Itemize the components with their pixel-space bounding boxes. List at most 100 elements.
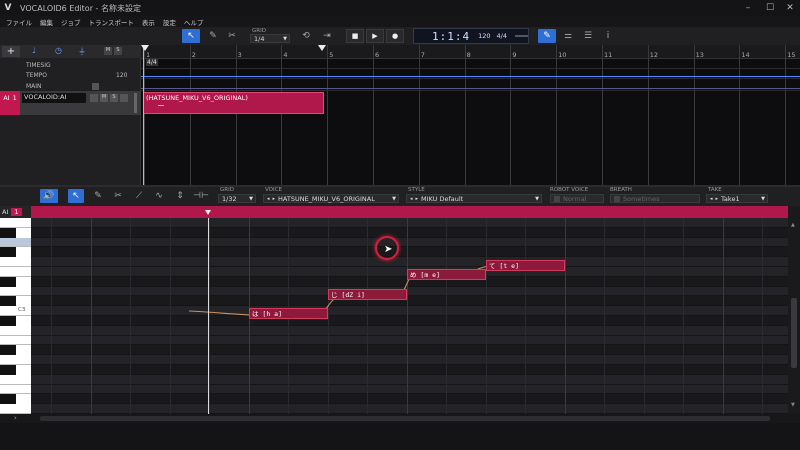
vertical-scrollbar[interactable]: ▲ ▼ [788, 218, 800, 414]
menu-job[interactable]: ジョブ [61, 17, 81, 27]
white-key[interactable] [0, 257, 31, 267]
grid-select[interactable]: 1/4 ▼ [250, 34, 290, 43]
white-key[interactable] [0, 355, 31, 365]
white-key[interactable] [0, 306, 31, 316]
track-settings-button[interactable] [120, 94, 128, 102]
prev-take-icon[interactable]: ◂ [710, 196, 713, 202]
track-name[interactable]: VOCALOID:AI [22, 93, 86, 103]
black-key[interactable] [0, 316, 16, 326]
mixer-icon[interactable]: ⚌ [560, 29, 576, 43]
editor-playhead-marker[interactable] [205, 210, 211, 215]
next-take-icon[interactable]: ▸ [716, 196, 719, 202]
stop-button[interactable]: ■ [346, 29, 364, 43]
note-icon[interactable]: ♩ [32, 46, 36, 55]
note-te[interactable]: て [t e] [486, 260, 565, 271]
loop-icon[interactable]: ⟲ [298, 29, 314, 43]
white-key[interactable] [0, 404, 31, 414]
voice-select[interactable]: ◂ ▸ HATSUNE_MIKU_V6_ORIGINAL ▼ [263, 194, 399, 203]
timesig-marker[interactable]: 4/4 [146, 59, 158, 66]
vocal-part[interactable]: (HATSUNE_MIKU_V6_ORIGINAL) [143, 92, 324, 114]
white-key[interactable] [0, 325, 31, 336]
black-key[interactable] [0, 227, 16, 238]
scroll-right-icon[interactable]: › [14, 414, 17, 422]
record-button[interactable]: ● [386, 29, 404, 43]
white-key[interactable] [0, 237, 31, 248]
robot-voice-checkbox[interactable] [554, 195, 560, 202]
line-tool-icon[interactable]: ⟋ [130, 189, 148, 203]
scroll-up-icon[interactable]: ▲ [791, 222, 797, 230]
white-key[interactable] [0, 335, 31, 346]
tempo-value[interactable]: 120 [116, 72, 127, 79]
track-mute-button[interactable]: M [100, 94, 108, 102]
editor-grid-select[interactable]: 1/32 ▼ [218, 194, 256, 203]
edit-mode-icon[interactable]: ✎ [538, 29, 556, 43]
track-record-button[interactable] [90, 94, 98, 102]
close-button[interactable]: ✕ [780, 1, 800, 15]
vertical-scroll-thumb[interactable] [791, 298, 797, 368]
style-select[interactable]: ◂ ▸ MIKU Default ▼ [406, 194, 542, 203]
track-solo-button[interactable]: S [110, 94, 118, 102]
info-icon[interactable]: i [600, 29, 616, 43]
track-row[interactable]: AI 1 VOCALOID:AI M S [0, 91, 141, 115]
horizontal-scrollbar[interactable]: › [0, 414, 800, 423]
main-toggle[interactable] [92, 83, 99, 90]
clock-icon[interactable]: ◷ [55, 46, 62, 55]
loop-end-marker[interactable] [318, 45, 326, 51]
play-button[interactable]: ▶ [366, 29, 384, 43]
black-key[interactable] [0, 276, 16, 287]
black-key[interactable] [0, 394, 16, 405]
piano-roll-grid[interactable]: は [h a] じ [dZ i] め [m e] て [t e] ➤ [31, 218, 788, 414]
split-tool-icon[interactable]: ⊣⊢ [192, 189, 210, 203]
speaker-icon[interactable]: 🔊 [40, 189, 58, 203]
maximize-button[interactable]: ☐ [760, 1, 780, 15]
scroll-down-icon[interactable]: ▼ [791, 402, 797, 410]
note-ji[interactable]: じ [dZ i] [328, 289, 407, 300]
white-key[interactable] [0, 286, 31, 297]
piano-keyboard[interactable]: C3 [0, 218, 31, 414]
part-range-bar[interactable] [31, 206, 788, 218]
follow-icon[interactable]: ⇥ [318, 29, 336, 43]
menu-help[interactable]: ヘルプ [184, 17, 204, 27]
prev-style-icon[interactable]: ◂ [410, 196, 413, 202]
editor-playhead[interactable] [208, 218, 209, 414]
white-key[interactable] [0, 374, 31, 385]
menu-transport[interactable]: トランスポート [89, 17, 134, 27]
next-style-icon[interactable]: ▸ [416, 196, 419, 202]
metronome-icon[interactable]: ⏚ [78, 46, 86, 57]
pitch-tool-icon[interactable]: ⇕ [172, 189, 188, 203]
breath-select[interactable]: Sometimes [610, 194, 700, 203]
black-key[interactable] [0, 247, 16, 258]
add-track-button[interactable]: + [2, 46, 20, 57]
note-ha[interactable]: は [h a] [249, 308, 328, 319]
scissors-tool-icon[interactable]: ✂ [224, 29, 240, 43]
horizontal-scroll-thumb[interactable] [40, 416, 770, 421]
list-icon[interactable]: ☰ [580, 29, 596, 43]
pencil-tool-icon[interactable]: ✎ [204, 29, 222, 43]
playhead[interactable] [143, 45, 144, 185]
menu-view[interactable]: 表示 [142, 17, 155, 27]
white-key[interactable] [0, 384, 31, 395]
pointer-tool-icon[interactable]: ↖ [182, 29, 200, 43]
white-key[interactable] [0, 218, 31, 228]
menu-edit[interactable]: 編集 [40, 17, 53, 27]
editor-scissors-icon[interactable]: ✂ [110, 189, 126, 203]
black-key[interactable] [0, 296, 16, 307]
master-solo-button[interactable]: S [114, 47, 122, 55]
menu-settings[interactable]: 設定 [163, 17, 176, 27]
breath-checkbox[interactable] [614, 195, 620, 202]
master-mute-button[interactable]: M [104, 47, 112, 55]
editor-pointer-icon[interactable]: ↖ [68, 189, 84, 203]
white-key[interactable] [0, 267, 31, 277]
vibrato-tool-icon[interactable]: ∿ [150, 189, 168, 203]
black-key[interactable] [0, 365, 16, 375]
next-voice-icon[interactable]: ▸ [273, 196, 276, 202]
editor-pencil-icon[interactable]: ✎ [90, 189, 106, 203]
track-timeline[interactable]: 4/4 (HATSUNE_MIKU_V6_ORIGINAL) 123456789… [141, 45, 800, 185]
robot-voice-select[interactable]: Normal [550, 194, 604, 203]
menu-file[interactable]: ファイル [6, 17, 32, 27]
black-key[interactable] [0, 345, 16, 356]
take-select[interactable]: ◂ ▸ Take1 ▼ [706, 194, 768, 203]
minimize-button[interactable]: – [738, 1, 758, 15]
prev-voice-icon[interactable]: ◂ [267, 196, 270, 202]
note-me[interactable]: め [m e] [407, 269, 486, 280]
